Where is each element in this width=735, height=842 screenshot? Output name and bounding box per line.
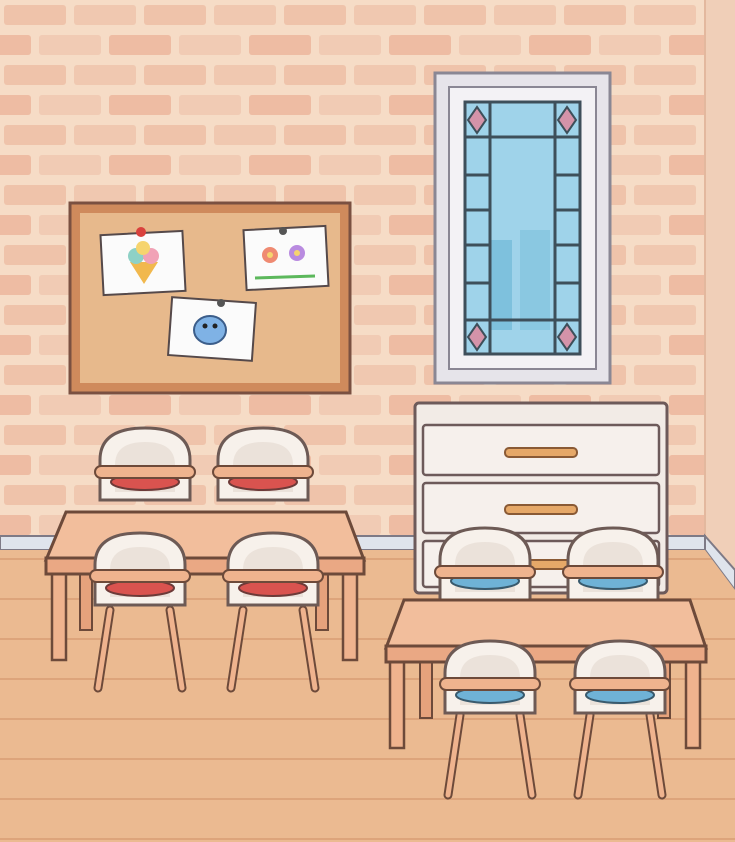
drawer-handle [504,504,578,515]
classroom-scene [0,0,735,842]
chair-back-left-1[interactable] [94,426,196,502]
scene-canvas [0,0,735,842]
bulletin-board [68,201,352,395]
chair-back-right-1[interactable] [434,526,536,602]
ice-cream-drawing[interactable] [99,227,187,297]
chair-back-right-2[interactable] [562,526,664,602]
drawer-handle [504,447,578,458]
bug-drawing[interactable] [167,296,257,362]
chair-back-left-2[interactable] [212,426,314,502]
window[interactable] [433,71,612,385]
flowers-drawing[interactable] [242,224,330,292]
side-wall [705,0,735,600]
